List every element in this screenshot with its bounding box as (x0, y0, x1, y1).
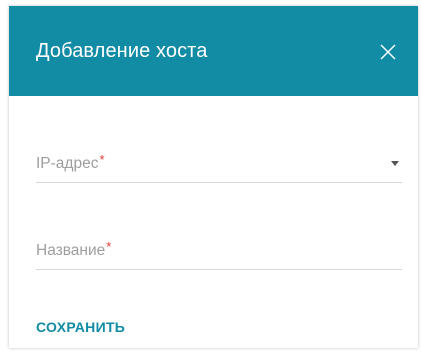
save-button[interactable]: СОХРАНИТЬ (36, 319, 125, 335)
ip-address-select[interactable]: IP-адрес* (36, 152, 402, 183)
name-field[interactable]: Название* (36, 239, 402, 270)
required-mark: * (99, 152, 105, 167)
add-host-dialog: Добавление хоста IP-адрес* Название* СОХ… (9, 6, 418, 348)
close-icon[interactable] (378, 42, 398, 62)
dialog-header: Добавление хоста (9, 6, 418, 96)
dialog-title: Добавление хоста (36, 40, 208, 62)
chevron-down-icon[interactable] (391, 161, 399, 166)
name-label: Название* (36, 239, 112, 259)
ip-address-label: IP-адрес* (36, 152, 105, 172)
required-mark: * (106, 239, 112, 254)
